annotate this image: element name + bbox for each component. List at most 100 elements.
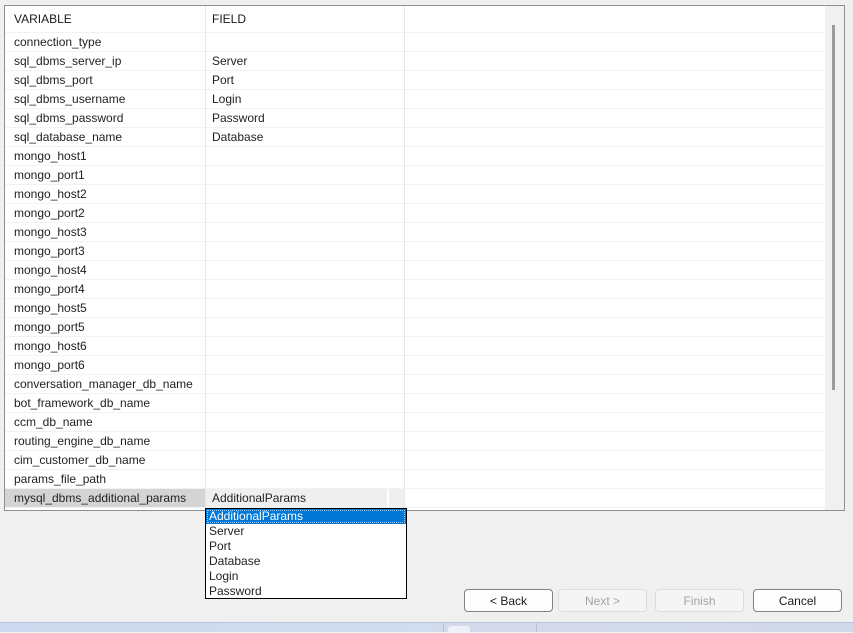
variable-cell: cim_customer_db_name [5, 451, 205, 469]
empty-cell [404, 432, 825, 450]
empty-cell [404, 223, 825, 241]
column-header-variable[interactable]: VARIABLE [5, 12, 205, 26]
field-cell [205, 413, 404, 431]
column-header-field[interactable]: FIELD [205, 12, 404, 26]
vertical-scrollbar[interactable] [825, 6, 844, 510]
field-cell [205, 261, 404, 279]
empty-cell [404, 375, 825, 393]
field-cell: Database [205, 128, 404, 146]
variable-cell: sql_dbms_server_ip [5, 52, 205, 70]
field-cell: Login [205, 90, 404, 108]
combobox-dropdown-button[interactable] [389, 489, 404, 507]
table-row[interactable]: sql_dbms_portPort [5, 71, 825, 90]
table-row[interactable]: mysql_dbms_additional_paramsAdditionalPa… [5, 489, 825, 508]
table-row[interactable]: mongo_host6 [5, 337, 825, 356]
empty-cell [404, 337, 825, 355]
table-row[interactable]: mongo_port5 [5, 318, 825, 337]
field-combobox-value: AdditionalParams [205, 491, 387, 505]
finish-button[interactable]: Finish [655, 589, 744, 612]
variable-cell: conversation_manager_db_name [5, 375, 205, 393]
back-button[interactable]: < Back [464, 589, 553, 612]
variable-cell: ccm_db_name [5, 413, 205, 431]
field-cell: Server [205, 52, 404, 70]
table-row[interactable]: mongo_port6 [5, 356, 825, 375]
variable-field-table: VARIABLE FIELD connection_typesql_dbms_s… [4, 5, 845, 511]
variable-cell: sql_dbms_password [5, 109, 205, 127]
variable-cell: mongo_port2 [5, 204, 205, 222]
dropdown-option[interactable]: Database [206, 553, 406, 568]
table-row[interactable]: mongo_port3 [5, 242, 825, 261]
field-cell [205, 375, 404, 393]
variable-cell: mysql_dbms_additional_params [5, 489, 205, 507]
empty-cell [404, 128, 825, 146]
table-row[interactable]: mongo_host3 [5, 223, 825, 242]
empty-cell [404, 242, 825, 260]
table-row[interactable]: mongo_port1 [5, 166, 825, 185]
table-body: connection_typesql_dbms_server_ipServers… [5, 33, 825, 508]
table-row[interactable]: mongo_host2 [5, 185, 825, 204]
empty-cell [404, 280, 825, 298]
field-cell [205, 394, 404, 412]
empty-cell [404, 52, 825, 70]
table-row[interactable]: sql_dbms_server_ipServer [5, 52, 825, 71]
field-cell [205, 451, 404, 469]
variable-cell: mongo_host2 [5, 185, 205, 203]
table-grid: VARIABLE FIELD connection_typesql_dbms_s… [5, 6, 825, 510]
table-row[interactable]: conversation_manager_db_name [5, 375, 825, 394]
empty-cell [404, 356, 825, 374]
field-cell: Password [205, 109, 404, 127]
table-row[interactable]: mongo_port2 [5, 204, 825, 223]
field-cell: AdditionalParams [205, 489, 404, 507]
table-row[interactable]: sql_dbms_passwordPassword [5, 109, 825, 128]
field-cell [205, 147, 404, 165]
field-cell [205, 356, 404, 374]
variable-cell: sql_dbms_username [5, 90, 205, 108]
table-row[interactable]: ccm_db_name [5, 413, 825, 432]
table-row[interactable]: cim_customer_db_name [5, 451, 825, 470]
empty-cell [404, 394, 825, 412]
dropdown-option[interactable]: Port [206, 539, 406, 554]
variable-cell: mongo_host1 [5, 147, 205, 165]
empty-cell [404, 71, 825, 89]
variable-cell: sql_dbms_port [5, 71, 205, 89]
field-combobox[interactable]: AdditionalParams [205, 489, 404, 507]
variable-cell: mongo_port6 [5, 356, 205, 374]
empty-cell [404, 451, 825, 469]
field-cell [205, 318, 404, 336]
column-divider [205, 6, 206, 510]
table-row[interactable]: routing_engine_db_name [5, 432, 825, 451]
field-cell [205, 204, 404, 222]
empty-cell [404, 33, 825, 51]
variable-cell: mongo_port4 [5, 280, 205, 298]
dropdown-option[interactable]: AdditionalParams [206, 509, 406, 524]
table-row[interactable]: mongo_host5 [5, 299, 825, 318]
table-row[interactable]: bot_framework_db_name [5, 394, 825, 413]
field-cell [205, 223, 404, 241]
dropdown-option[interactable]: Password [206, 583, 406, 598]
dropdown-option[interactable]: Server [206, 524, 406, 539]
table-row[interactable]: sql_database_nameDatabase [5, 128, 825, 147]
variable-cell: routing_engine_db_name [5, 432, 205, 450]
field-cell [205, 185, 404, 203]
variable-cell: mongo_port5 [5, 318, 205, 336]
scrollbar-thumb[interactable] [832, 25, 835, 390]
variable-cell: mongo_host6 [5, 337, 205, 355]
next-button[interactable]: Next > [558, 589, 647, 612]
table-row[interactable]: mongo_host4 [5, 261, 825, 280]
field-cell [205, 299, 404, 317]
field-dropdown-list: AdditionalParamsServerPortDatabaseLoginP… [205, 508, 407, 599]
field-cell [205, 432, 404, 450]
table-row[interactable]: params_file_path [5, 470, 825, 489]
table-row[interactable]: mongo_port4 [5, 280, 825, 299]
table-row[interactable]: sql_dbms_usernameLogin [5, 90, 825, 109]
dropdown-option[interactable]: Login [206, 568, 406, 583]
variable-cell: mongo_port3 [5, 242, 205, 260]
cancel-button[interactable]: Cancel [753, 589, 842, 612]
background-window-divider [536, 623, 537, 632]
table-row[interactable]: connection_type [5, 33, 825, 52]
field-cell [205, 337, 404, 355]
variable-cell: params_file_path [5, 470, 205, 488]
empty-cell [404, 109, 825, 127]
table-row[interactable]: mongo_host1 [5, 147, 825, 166]
empty-cell [404, 299, 825, 317]
